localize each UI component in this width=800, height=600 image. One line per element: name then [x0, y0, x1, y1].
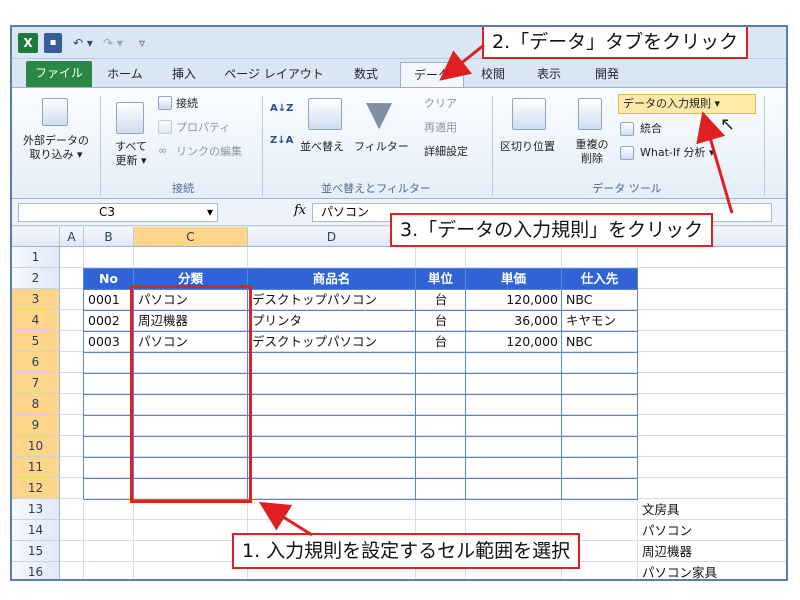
arrow-to-range — [258, 501, 313, 537]
arrow-to-data-tab — [439, 43, 485, 81]
arrow-to-validation — [696, 111, 734, 214]
annotation-arrows — [258, 43, 734, 537]
excel-window: X ▪ ↶ ▾ ↷ ▾ ▿ ファイル ホーム 挿入 ページ レイアウト 数式 デ… — [10, 25, 788, 581]
